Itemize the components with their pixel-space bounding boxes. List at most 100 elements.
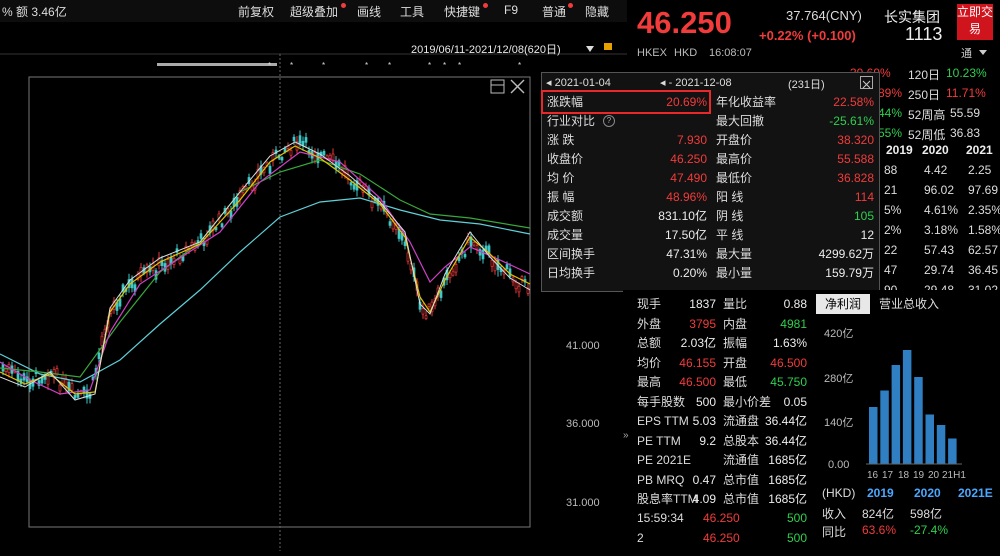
ma-line-green	[0, 159, 531, 378]
popup-stat-label: 开盘价	[716, 133, 753, 147]
stock-code: 1113	[905, 24, 943, 44]
quote-time: 16:08:07	[709, 47, 752, 59]
profit-bar[interactable]	[914, 377, 923, 464]
popup-stat-label: 最高价	[716, 152, 753, 166]
profit-bar[interactable]	[902, 350, 912, 464]
popup-stat-label: 最大回撤	[716, 114, 765, 128]
collapse-icon[interactable]: »	[623, 430, 629, 441]
ob-label: 内盘	[723, 316, 748, 331]
tick-volume: 500	[786, 511, 807, 525]
ob-value: 1685亿	[768, 492, 807, 506]
tick-price: 46.250	[703, 511, 740, 525]
popup-stat-label: 阳 线	[716, 190, 744, 204]
popup-stat-row: 涨 跌 7.930	[547, 131, 707, 149]
svg-text:*: *	[428, 61, 431, 70]
svg-text:*: *	[458, 61, 461, 70]
svg-text:*: *	[518, 61, 521, 70]
fin-row-label: 收入	[822, 507, 847, 521]
profit-bar[interactable]	[948, 438, 957, 465]
popup-stat-value: 55.588	[837, 152, 874, 166]
svg-text:*: *	[443, 61, 446, 70]
popup-stat-value: 12	[860, 228, 874, 242]
ob-label: 总市值	[723, 472, 760, 487]
ob-value: 36.44亿	[764, 414, 807, 428]
trade-button[interactable]: 立即交易	[957, 4, 993, 40]
svg-text:*: *	[268, 61, 271, 70]
popup-stat-row: 成交额 831.10亿	[547, 207, 707, 225]
ob-label: 最小价差	[723, 394, 772, 409]
toolbar-hide-button[interactable]: 隐藏	[585, 3, 609, 20]
year-header: 2020	[922, 143, 949, 157]
popup-stat-value: 20.69%	[666, 95, 707, 109]
popup-stat-value: 47.490	[670, 171, 707, 185]
stat-label: 250日	[908, 88, 941, 102]
x-tick-label: 19	[913, 470, 925, 481]
x-tick-label: 18	[898, 470, 910, 481]
toolbar-tools-button[interactable]: 工具	[400, 3, 424, 20]
popup-close-icon[interactable]	[860, 76, 873, 89]
y-tick-label: 280亿	[824, 372, 853, 385]
tab-total-revenue[interactable]: 营业总收入	[874, 294, 944, 314]
range-dropdown-icon[interactable]	[586, 46, 594, 52]
years-table-cell: 2.35%	[968, 203, 1000, 217]
ob-value: 5.03	[692, 414, 716, 428]
popup-stat-value: 831.10亿	[658, 209, 707, 223]
popup-stat-label: 均 价	[547, 171, 575, 185]
popup-stat-row: 涨跌幅 20.69%	[547, 93, 707, 111]
toolbar-shortcut-button[interactable]: 快捷键	[444, 3, 480, 20]
profit-bar[interactable]	[869, 407, 878, 464]
toolbar-f9-button[interactable]: F9	[504, 3, 518, 17]
popup-stat-label: 收盘价	[547, 152, 584, 166]
fin-row-label: 同比	[822, 525, 847, 539]
popup-end-date[interactable]: ◂ - 2021-12-08	[660, 76, 732, 89]
years-table-cell: 5%	[884, 203, 902, 217]
connect-badge: 通	[961, 48, 972, 60]
notify-dot-icon	[483, 3, 488, 8]
price-label-36: 36.000	[566, 418, 600, 430]
y-tick-label: 420亿	[824, 327, 853, 340]
last-price: 46.250	[637, 5, 732, 40]
profit-bar[interactable]	[925, 414, 935, 465]
popup-stat-row: 年化收益率 22.58%	[716, 93, 874, 111]
popup-stat-row: 振 幅 48.96%	[547, 188, 707, 206]
toolbar-normal-button[interactable]: 普通	[542, 3, 566, 20]
ob-value: 1685亿	[768, 472, 807, 487]
years-table-cell: 1.58%	[968, 223, 1000, 237]
toolbar-overlay-button[interactable]: 超级叠加	[290, 3, 338, 20]
profit-bar[interactable]	[936, 425, 946, 464]
profit-bar[interactable]	[891, 365, 901, 464]
years-table-cell: 22	[884, 243, 898, 257]
popup-stat-row: 行业对比	[547, 112, 707, 130]
maximize-icon[interactable]	[490, 79, 505, 94]
popup-stat-value: 114	[854, 190, 874, 204]
years-table-cell: 36.45	[968, 263, 999, 277]
kline-chart-area[interactable]: * * * * * * * * * 41.000 36.000 31.000 2019/06…	[0, 22, 627, 551]
toolbar-draw-button[interactable]: 画线	[357, 3, 381, 20]
orderbook-panel: 现手 1837 量比 0.88 外盘 3795 内盘 4981 总额 2.03亿 振幅 1.63% 均价…	[623, 290, 813, 551]
popup-stat-value: 105	[853, 209, 874, 223]
ob-value: 1837	[689, 297, 716, 311]
popup-stat-row: 最小量 159.79万	[716, 264, 874, 282]
fin-cell: -27.4%	[910, 523, 949, 537]
chevron-down-icon[interactable]	[979, 50, 987, 55]
lock-icon[interactable]	[604, 43, 612, 50]
tab-net-profit[interactable]: 净利润	[816, 294, 870, 314]
popup-stat-label: 行业对比	[547, 114, 596, 128]
ob-value: 9.2	[699, 433, 716, 448]
ob-label: PE 2021E	[637, 453, 692, 467]
popup-stat-row: 阴 线 105	[716, 207, 874, 225]
fin-cell: 63.6%	[862, 523, 897, 537]
profit-bar[interactable]	[880, 390, 889, 465]
close-icon[interactable]	[510, 79, 525, 94]
popup-start-date[interactable]: ◂ 2021-01-04	[546, 76, 611, 89]
currency-label: HKD	[674, 47, 698, 59]
stat-value: 10.23%	[946, 66, 987, 80]
year-header: 2021E	[958, 486, 993, 500]
popup-stat-label: 日均换手	[547, 266, 596, 280]
toolbar-adjust-button[interactable]: 前复权	[238, 3, 274, 20]
popup-stat-label: 最小量	[716, 266, 753, 280]
svg-text:*: *	[388, 61, 391, 70]
ob-value: 46.500	[679, 375, 716, 389]
help-icon[interactable]: ?	[603, 115, 615, 127]
ob-value: 1685亿	[768, 453, 807, 467]
